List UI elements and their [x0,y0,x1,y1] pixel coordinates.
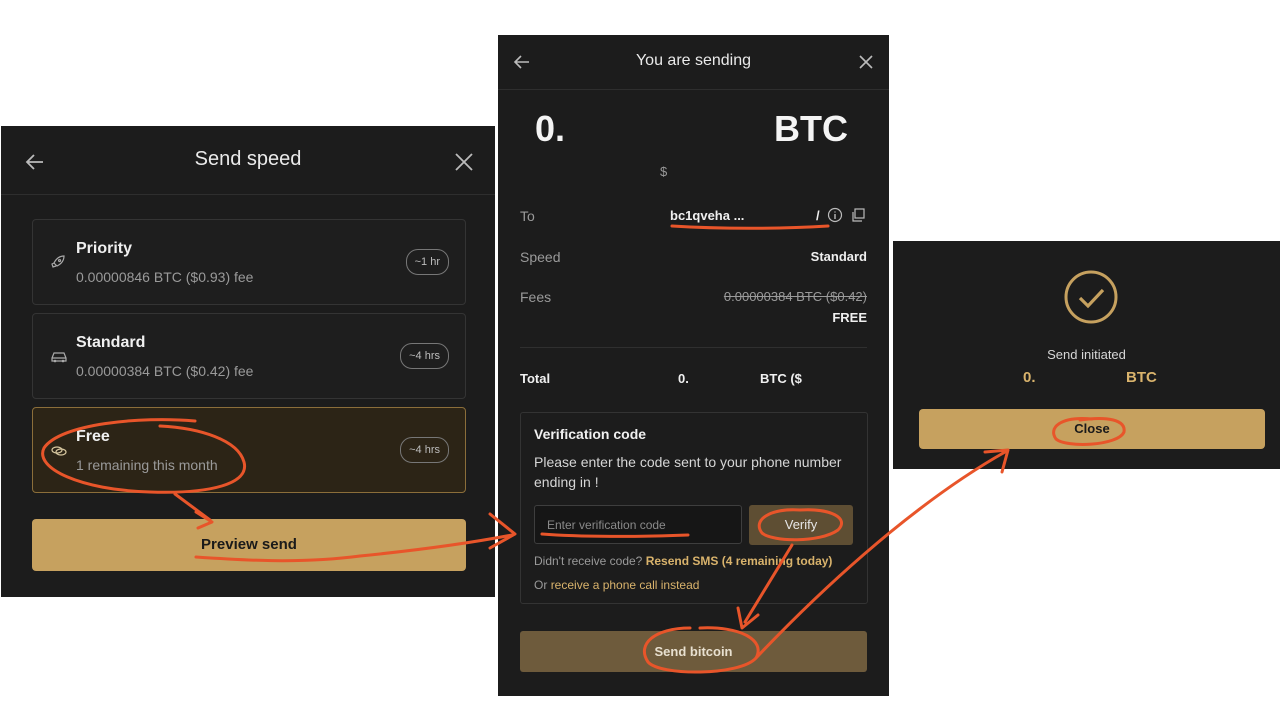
option-name: Standard [76,334,146,351]
option-fee: 0.00000846 BTC ($0.93) fee [76,269,254,285]
fee-value: FREE [832,310,867,325]
check-circle-icon [1063,269,1119,325]
verification-title: Verification code [534,426,647,442]
fees-label: Fees [520,289,552,305]
page-title: You are sending [635,52,752,69]
preview-send-button[interactable]: Preview send [32,519,466,571]
send-confirmation-panel: Send initiated 0. BTC Close [893,241,1280,469]
total-amount-unit: BTC ($ [760,371,802,386]
verification-description: Please enter the code sent to your phone… [534,454,842,490]
sent-amount-unit: BTC [1126,369,1157,386]
speed-value: Standard [810,249,867,264]
send-status: Send initiated [1047,347,1126,362]
total-amount-prefix: 0. [678,371,689,386]
close-icon[interactable] [450,148,478,176]
car-icon [50,348,68,366]
option-remaining: 1 remaining this month [76,457,218,473]
verification-code-input[interactable] [534,505,742,544]
total-label: Total [520,371,551,386]
option-name: Free [76,428,110,445]
divider [520,347,867,348]
phone-call-link[interactable]: receive a phone call instead [551,578,700,592]
option-fee: 0.00000384 BTC ($0.42) fee [76,363,254,379]
call-prompt: Or [534,578,548,592]
coins-icon [50,442,68,460]
close-icon[interactable] [852,48,880,76]
verification-box: Verification code Please enter the code … [520,412,868,604]
send-speed-panel: Send speed Priority 0.00000846 BTC ($0.9… [1,126,495,597]
recipient-address: bc1qveha ... [670,208,745,223]
resend-prompt: Didn't receive code? [534,554,643,568]
rocket-icon [50,254,68,272]
speed-option-priority[interactable]: Priority 0.00000846 BTC ($0.93) fee ~1 h… [32,219,466,305]
recipient-address-tail: / [816,208,820,223]
send-speed-header: Send speed [1,126,495,195]
info-icon[interactable] [827,207,843,223]
call-line: Or receive a phone call instead [534,578,699,592]
original-fee: 0.00000384 BTC ($0.42) [723,289,867,304]
speed-option-free[interactable]: Free 1 remaining this month ~4 hrs [32,407,466,493]
time-badge: ~1 hr [405,249,449,275]
resend-sms-link[interactable]: Resend SMS (4 remaining today) [646,554,833,568]
resend-line: Didn't receive code? Resend SMS (4 remai… [534,554,832,568]
speed-option-standard[interactable]: Standard 0.00000384 BTC ($0.42) fee ~4 h… [32,313,466,399]
send-bitcoin-button[interactable]: Send bitcoin [520,631,867,672]
verify-button[interactable]: Verify [749,505,853,545]
review-send-panel: You are sending 0. BTC $ To bc1qveha ...… [498,35,889,696]
to-label: To [520,208,535,224]
option-name: Priority [76,240,133,257]
close-button[interactable]: Close [919,409,1265,449]
time-badge: ~4 hrs [400,437,449,463]
page-title: Send speed [194,148,302,170]
sent-amount-prefix: 0. [1023,369,1036,386]
amount-btc-unit: BTC [774,108,848,149]
copy-icon[interactable] [850,207,866,223]
review-header: You are sending [498,35,889,90]
time-badge: ~4 hrs [400,343,449,369]
speed-label: Speed [520,249,561,265]
amount-usd: $ [660,164,668,179]
amount-btc-prefix: 0. [535,108,566,149]
